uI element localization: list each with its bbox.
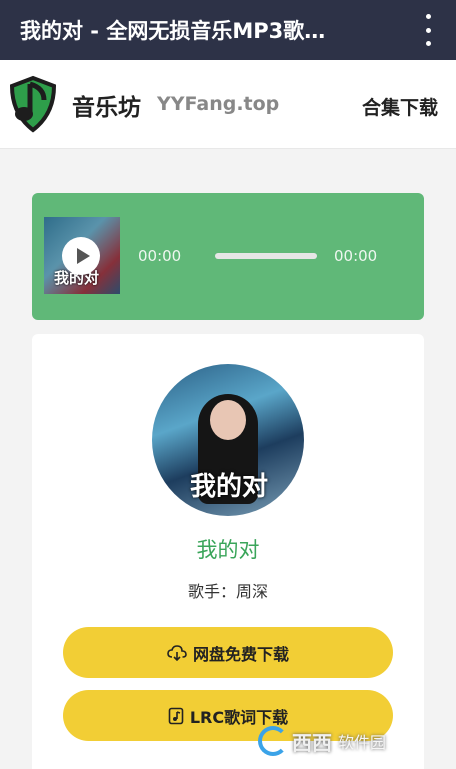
- lyrics-file-icon: [168, 707, 184, 724]
- watermark-brand: 西西: [292, 730, 332, 755]
- music-note-shield-icon[interactable]: [6, 74, 60, 134]
- play-icon: [76, 248, 90, 264]
- site-header: 音乐坊 YYFang.top 合集下载: [0, 60, 456, 149]
- more-vertical-icon[interactable]: [418, 14, 438, 46]
- watermark-logo: 西西 软件园: [258, 722, 438, 760]
- cloud-download-icon: [167, 644, 187, 661]
- singer-label: 歌手：周深: [187, 582, 268, 601]
- app-title-bar: 我的对 - 全网无损音乐MP3歌…: [0, 0, 456, 60]
- site-name[interactable]: 音乐坊: [72, 88, 141, 122]
- progress-bar[interactable]: [215, 253, 317, 259]
- song-title: 我的对: [196, 538, 260, 562]
- collection-download-link[interactable]: 合集下载: [362, 93, 438, 120]
- site-domain[interactable]: YYFang.top: [157, 93, 279, 115]
- page-title: 我的对 - 全网无损音乐MP3歌…: [20, 19, 326, 43]
- album-cover: 我的对: [152, 364, 304, 516]
- watermark-c-icon: [258, 726, 288, 756]
- play-button[interactable]: [62, 237, 100, 275]
- song-card: 我的对 我的对 歌手：周深 网盘免费下载 LRC歌词下载: [32, 334, 424, 769]
- audio-player: 我的对 00:00 00:00: [32, 193, 424, 320]
- current-time: 00:00: [138, 247, 182, 265]
- netdisk-download-label: 网盘免费下载: [192, 644, 289, 664]
- netdisk-download-button[interactable]: 网盘免费下载: [63, 627, 393, 678]
- watermark-sub: 软件园: [338, 733, 387, 752]
- album-cover-text: 我的对: [190, 472, 269, 502]
- duration-time: 00:00: [334, 247, 378, 265]
